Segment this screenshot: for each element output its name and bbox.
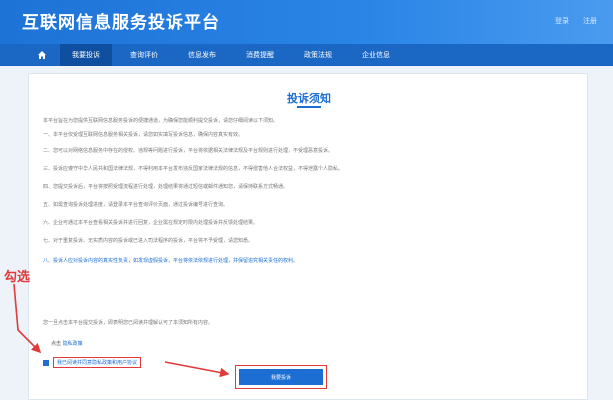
nav-item-query[interactable]: 查询评价 xyxy=(118,44,170,66)
register-link[interactable]: 注册 xyxy=(583,16,597,26)
notice-paragraph: 七、对于重复投诉、无实质内容的投诉或已进入司法程序的投诉，平台将不予受理，请您知… xyxy=(43,238,254,244)
home-icon[interactable] xyxy=(30,44,54,66)
notice-paragraph: 本平台旨在为您提供互联网信息服务投诉的便捷通道，为确保您能顺利提交投诉，请您仔细… xyxy=(43,118,279,124)
title-underline xyxy=(297,106,321,108)
nav-item-complain[interactable]: 我要投诉 xyxy=(60,44,112,66)
notice-paragraph: 二、您可以对网络信息服务中存在的侵权、违规等问题进行投诉，平台将依据相关法律法规… xyxy=(43,148,334,154)
main-nav: 我要投诉 查询评价 信息发布 消费提醒 政策法规 企业信息 xyxy=(0,44,613,66)
notice-card: 投诉须知 本平台旨在为您提供互联网信息服务投诉的便捷通道，为确保您能顺利提交投诉… xyxy=(28,73,588,400)
nav-item-policy[interactable]: 政策法规 xyxy=(292,44,344,66)
notice-highlight-paragraph: 八、投诉人应对投诉内容的真实性负责，如发现虚假投诉，平台将依法依规进行处理，并保… xyxy=(43,258,299,264)
submit-highlight: 我要投诉 xyxy=(235,365,327,389)
privacy-prefix: 点击 xyxy=(51,341,62,347)
notice-paragraph: 四、您提交投诉后，平台将按照受理流程进行处理，处理结果将通过短信或邮件通知您，请… xyxy=(43,184,289,190)
notice-title: 投诉须知 xyxy=(287,92,331,105)
privacy-line: 点击 隐私政策 xyxy=(51,340,83,347)
agree-label[interactable]: 我已阅读并同意隐私政策和用户协议 xyxy=(53,357,142,368)
agree-row[interactable]: 我已阅读并同意隐私政策和用户协议 xyxy=(43,357,142,368)
site-title: 互联网信息服务投诉平台 xyxy=(22,13,220,33)
site-header: 互联网信息服务投诉平台 登录 注册 xyxy=(0,0,613,44)
notice-paragraph: 六、企业可通过本平台查看相关投诉并进行回复，企业需在规定时限内处理投诉并反馈处理… xyxy=(43,220,259,226)
nav-item-publish[interactable]: 信息发布 xyxy=(176,44,228,66)
notice-paragraph: 五、如需查询投诉处理进度，请登录本平台查询评价页面，通过投诉编号进行查询。 xyxy=(43,202,229,208)
annotation-label: 勾选 xyxy=(4,270,31,285)
privacy-policy-link[interactable]: 隐私政策 xyxy=(63,341,83,347)
notice-paragraph: 一、本平台仅受理互联网信息服务相关投诉，请您如实填写投诉信息，确保内容真实有效。 xyxy=(43,132,244,138)
notice-paragraph: 三、投诉应遵守中华人民共和国法律法规，不得利用本平台发布违反国家法律法规的信息，… xyxy=(43,166,344,172)
agree-checkbox[interactable] xyxy=(43,359,49,366)
nav-item-company[interactable]: 企业信息 xyxy=(350,44,402,66)
login-link[interactable]: 登录 xyxy=(555,16,569,26)
submit-complaint-button[interactable]: 我要投诉 xyxy=(239,369,323,385)
notice-closing: 您一旦点击本平台提交投诉，即表明您已阅读并理解认可了本须知所有内容。 xyxy=(43,320,214,326)
header-links: 登录 注册 xyxy=(555,16,597,26)
nav-item-alerts[interactable]: 消费提醒 xyxy=(234,44,286,66)
